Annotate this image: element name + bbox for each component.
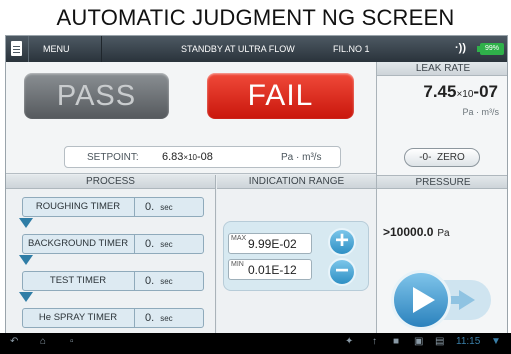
background-timer[interactable]: BACKGROUND TIMER 0. sec — [22, 234, 204, 254]
he-spray-timer[interactable]: He SPRAY TIMER 0. sec — [22, 308, 204, 328]
status-text: STANDBY AT ULTRA FLOW — [181, 44, 295, 54]
plus-icon[interactable]: + — [328, 228, 356, 256]
judgment-panel: PASS FAIL SETPOINT: 6.83×10-08 Pa · m³/s — [6, 62, 376, 174]
timer-value: 0. sec — [134, 272, 203, 290]
zero-label: ZERO — [437, 152, 465, 163]
system-nav-bar: ↶ ⌂ ▫ ✦ ↑ ■ ▣ ▤ 11:15 ▼ — [0, 333, 511, 354]
test-timer[interactable]: TEST TIMER 0. sec — [22, 271, 204, 291]
setpoint-value: 6.83×10-08 — [162, 151, 213, 163]
recent-apps-icon[interactable]: ▫ — [70, 336, 74, 347]
leak-rate-unit: Pa · m³/s — [462, 107, 499, 117]
indication-range-header: INDICATION RANGE — [217, 175, 376, 189]
document-icon[interactable] — [11, 41, 22, 56]
process-header: PROCESS — [6, 175, 215, 189]
process-panel: PROCESS ROUGHING TIMER 0. sec BACKGROUND … — [6, 175, 216, 349]
setpoint-unit: Pa · m³/s — [281, 152, 322, 163]
pressure-value: >10000.0 Pa — [383, 225, 450, 239]
pressure-header: PRESSURE — [377, 175, 507, 189]
leak-rate-header: LEAK RATE — [377, 62, 507, 76]
timer-value: 0. sec — [134, 309, 203, 327]
flow-arrow-icon — [19, 292, 33, 302]
setpoint-field[interactable]: SETPOINT: 6.83×10-08 Pa · m³/s — [64, 146, 341, 168]
notification-icon: ✦ — [345, 336, 354, 347]
fail-indicator: FAIL — [207, 73, 354, 119]
flow-arrow-icon — [19, 218, 33, 228]
battery-indicator: 99% — [477, 43, 504, 55]
timer-label: BACKGROUND TIMER — [27, 238, 129, 249]
speaker-icon[interactable]: ·)) — [455, 36, 466, 61]
timer-label: ROUGHING TIMER — [35, 201, 121, 212]
start-test-button[interactable] — [389, 268, 495, 332]
usb-icon: ↑ — [372, 336, 377, 347]
zero-icon: -0- — [419, 152, 432, 163]
menu-button[interactable]: MENU — [28, 36, 102, 62]
home-icon[interactable]: ⌂ — [40, 336, 46, 347]
tablet-screen: MENU STANDBY AT ULTRA FLOW FIL.NO 1 ·)) … — [5, 35, 508, 350]
timer-label: He SPRAY TIMER — [38, 312, 118, 323]
leak-rate-value: 7.45×10-07 — [423, 82, 498, 101]
indication-range-panel: INDICATION RANGE MAX 9.99E-02 MIN 0.01E-12… — [217, 175, 376, 349]
document-icon: ■ — [393, 336, 400, 347]
wifi-icon: ▼ — [491, 336, 501, 347]
pass-indicator: PASS — [24, 73, 169, 119]
right-panel: LEAK RATE 7.45×10-07 Pa · m³/s -0- ZERO … — [376, 62, 507, 349]
range-min-field[interactable]: MIN 0.01E-12 — [228, 259, 312, 280]
zero-button[interactable]: -0- ZERO — [404, 148, 480, 167]
range-max-field[interactable]: MAX 9.99E-02 — [228, 233, 312, 254]
back-icon[interactable]: ↶ — [10, 336, 18, 347]
flow-arrow-icon — [19, 255, 33, 265]
top-bar: MENU STANDBY AT ULTRA FLOW FIL.NO 1 ·)) … — [6, 36, 507, 62]
range-control: MAX 9.99E-02 MIN 0.01E-12 + − — [223, 221, 369, 291]
gallery-icon: ▤ — [435, 336, 445, 347]
setpoint-label: SETPOINT: — [87, 152, 139, 163]
timer-value: 0. sec — [134, 235, 203, 253]
timer-value: 0. sec — [134, 198, 203, 216]
screen-caption: AUTOMATIC JUDGMENT NG SCREEN — [56, 5, 455, 30]
clock: 11:15 — [456, 336, 481, 347]
roughing-timer[interactable]: ROUGHING TIMER 0. sec — [22, 197, 204, 217]
filament-number: FIL.NO 1 — [333, 44, 370, 54]
image-icon: ▣ — [414, 336, 424, 347]
timer-label: TEST TIMER — [49, 275, 107, 286]
minus-icon[interactable]: − — [328, 258, 356, 286]
